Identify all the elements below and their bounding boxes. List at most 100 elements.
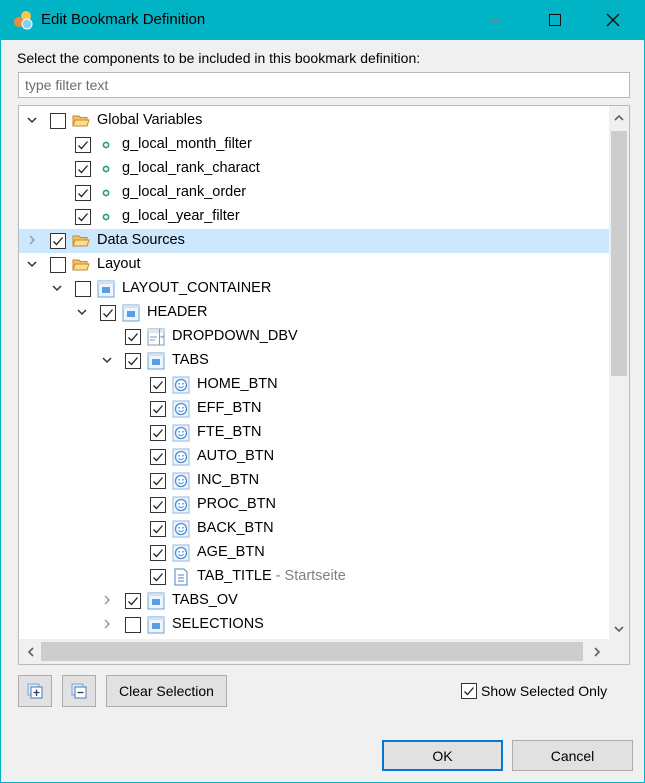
tree-row[interactable]: g_local_year_filter [19,205,609,229]
minimize-button[interactable] [471,0,517,40]
tree-checkbox[interactable] [50,257,66,273]
scrollbar-corner [609,639,629,664]
expand-node-icon[interactable] [100,593,114,607]
cancel-button[interactable]: Cancel [512,740,633,771]
maximize-icon [549,14,561,26]
tree-checkbox[interactable] [75,185,91,201]
tree-checkbox[interactable] [150,401,166,417]
tree-row[interactable]: TABS [19,349,609,373]
tree-item-label: AUTO_BTN [197,448,274,464]
tree-item-label: HEADER [147,304,207,320]
button-icon [172,448,190,466]
tree-checkbox[interactable] [75,209,91,225]
horizontal-scrollbar[interactable] [19,639,609,664]
tree-row[interactable]: EFF_BTN [19,397,609,421]
tree-checkbox[interactable] [150,377,166,393]
tree-item-label: TAB_TITLE - Startseite [197,568,346,584]
tree-row[interactable]: Layout [19,253,609,277]
expand-node-icon[interactable] [100,617,114,631]
show-selected-only-label: Show Selected Only [481,683,608,699]
folder-icon [72,232,90,250]
tree-row[interactable]: INC_BTN [19,469,609,493]
tree-item-label: g_local_rank_charact [122,160,260,176]
tree-item-label: g_local_month_filter [122,136,252,152]
variable-icon [97,160,115,178]
tree-checkbox[interactable] [75,137,91,153]
tree-row[interactable]: Global Variables [19,109,609,133]
scroll-left-button[interactable] [21,639,41,664]
tree-row[interactable]: AGE_BTN [19,541,609,565]
tree-checkbox[interactable] [150,473,166,489]
tree-checkbox[interactable] [125,617,141,633]
tree-row[interactable]: LAYOUT_CONTAINER [19,277,609,301]
show-selected-only-checkbox[interactable]: Show Selected Only [461,681,607,701]
tree-row[interactable]: PROC_BTN [19,493,609,517]
tree-checkbox[interactable] [75,161,91,177]
expand-all-icon [27,683,43,699]
expand-all-button[interactable] [18,675,52,707]
tree-row[interactable]: g_local_month_filter [19,133,609,157]
tree-row[interactable]: AUTO_BTN [19,445,609,469]
tree-item-name: AUTO_BTN [197,448,275,464]
tree-checkbox[interactable] [125,353,141,369]
vertical-scrollbar[interactable] [609,106,629,639]
tree-item-name: g_local_year_filter [122,208,240,224]
tree-row[interactable]: SELECTIONS [19,613,609,637]
collapse-all-button[interactable] [62,675,96,707]
scroll-down-button[interactable] [609,619,629,639]
tree-checkbox[interactable] [50,233,66,249]
vertical-scroll-thumb[interactable] [611,131,627,376]
tree-item-description: - Startseite [271,568,346,584]
tree-checkbox[interactable] [150,521,166,537]
clear-selection-button[interactable]: Clear Selection [106,675,227,707]
scroll-up-button[interactable] [609,108,629,128]
tree-checkbox[interactable] [50,113,66,129]
tree-item-name: DROPDOWN_DBV [172,328,298,344]
tree-checkbox[interactable] [150,545,166,561]
tree-checkbox[interactable] [125,329,141,345]
ok-button[interactable]: OK [382,740,503,771]
tree-checkbox[interactable] [150,425,166,441]
variable-icon [97,184,115,202]
tree-checkbox[interactable] [150,449,166,465]
collapse-node-icon[interactable] [75,305,89,319]
tree-item-label: DROPDOWN_DBV [172,328,298,344]
collapse-node-icon[interactable] [25,257,39,271]
tree-item-label: BACK_BTN [197,520,274,536]
tree-item-name: LAYOUT_CONTAINER [122,280,272,296]
filter-input[interactable] [18,72,630,98]
tree-checkbox[interactable] [150,497,166,513]
tree-item-name: BACK_BTN [197,520,274,536]
close-button[interactable] [590,0,636,40]
tree-checkbox[interactable] [125,593,141,609]
tree-row[interactable]: HEADER [19,301,609,325]
tree-item-name: SELECTIONS [172,616,264,632]
tree-checkbox[interactable] [75,281,91,297]
tree-row[interactable]: Data Sources [19,229,609,253]
collapse-node-icon[interactable] [25,113,39,127]
tree-checkbox[interactable] [150,569,166,585]
tree-row[interactable]: HOME_BTN [19,373,609,397]
tree-row[interactable]: BACK_BTN [19,517,609,541]
scroll-right-button[interactable] [587,639,607,664]
tree-checkbox[interactable] [100,305,116,321]
horizontal-scroll-thumb[interactable] [41,642,583,661]
tree-row[interactable]: g_local_rank_order [19,181,609,205]
tree-item-name: FTE_BTN [197,424,262,440]
tree-row[interactable]: FTE_BTN [19,421,609,445]
tree-row[interactable]: g_local_rank_charact [19,157,609,181]
tree-row[interactable]: DROPDOWN_DBV [19,325,609,349]
maximize-button[interactable] [532,0,578,40]
expand-node-icon[interactable] [25,233,39,247]
tree-item-label: HOME_BTN [197,376,278,392]
collapse-node-icon[interactable] [50,281,64,295]
variable-icon [97,136,115,154]
panel-icon [147,616,165,634]
tree-row[interactable]: TAB_TITLE - Startseite [19,565,609,589]
show-selected-only-box[interactable] [461,683,477,699]
collapse-node-icon[interactable] [100,353,114,367]
chevron-right-icon [594,646,601,657]
tree-item-label: Global Variables [97,112,202,128]
tree-row[interactable]: TABS_OV [19,589,609,613]
tree-item-label: TABS [172,352,209,368]
